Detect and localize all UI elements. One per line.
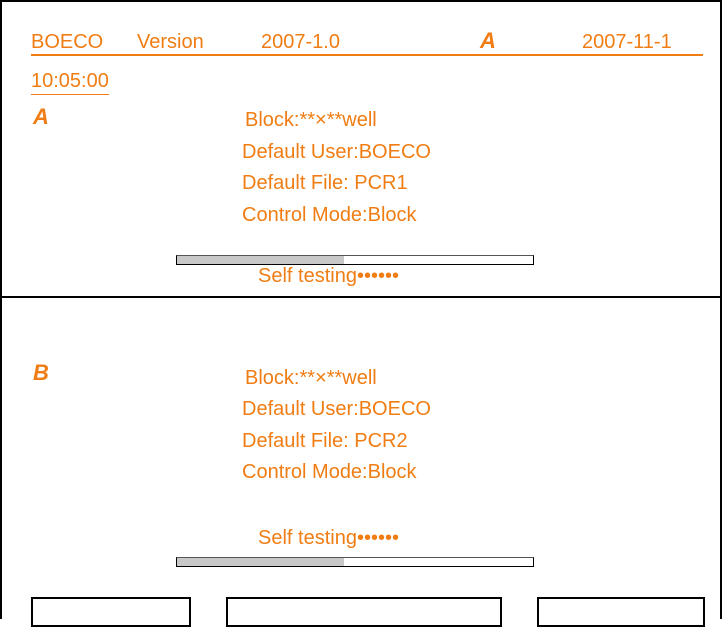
panel-b-label: B [33, 360, 49, 385]
panel-a-default-user: Default User:BOECO [242, 141, 431, 163]
panel-b-progress-fill [177, 558, 345, 566]
panel-a-status: Self testing•••••• [258, 265, 399, 287]
panel-a-label: A [33, 104, 49, 129]
panel-a-progress-fill [177, 256, 345, 264]
softkey-left-button[interactable] [31, 597, 191, 627]
panel-b-status: Self testing•••••• [258, 527, 399, 549]
header-panel-label: A [480, 28, 496, 53]
panel-a-default-file: Default File: PCR1 [242, 172, 408, 194]
panel-b-control-mode: Control Mode:Block [242, 461, 417, 483]
panel-b-default-file: Default File: PCR2 [242, 430, 408, 452]
frame-top-border [0, 0, 722, 2]
panel-b-default-user: Default User:BOECO [242, 398, 431, 420]
header-underline [31, 54, 703, 56]
header-date: 2007-11-1 [582, 31, 672, 53]
panel-divider [0, 296, 722, 298]
frame-left-border [0, 0, 2, 619]
panel-b-progress-bar [176, 557, 534, 567]
app-name: BOECO [31, 31, 104, 53]
header-time: 10:05:00 [31, 69, 109, 95]
softkey-right-button[interactable] [537, 597, 705, 627]
version-number: 2007-1.0 [261, 31, 340, 53]
panel-b-block: Block:**×**well [245, 367, 377, 389]
panel-a-control-mode: Control Mode:Block [242, 204, 417, 226]
version-label: Version [137, 31, 204, 53]
panel-a-block: Block:**×**well [245, 109, 377, 131]
softkey-middle-button[interactable] [226, 597, 502, 627]
